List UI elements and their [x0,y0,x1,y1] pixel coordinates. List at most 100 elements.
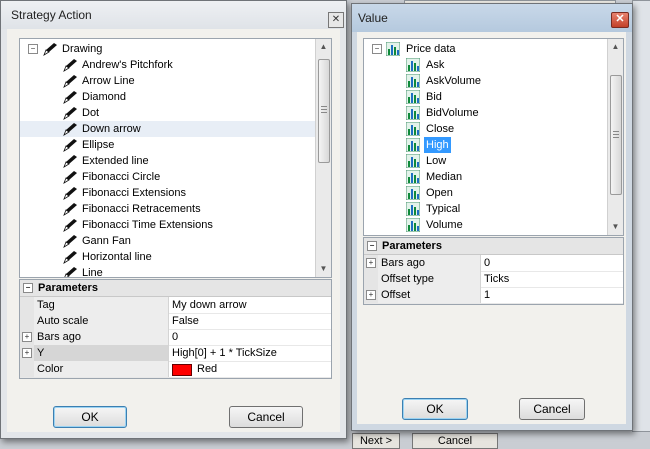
strategy-parameters-grid: − Parameters Tag My down arrow Auto scale F… [19,279,332,379]
tree-item-bid[interactable]: Bid [364,89,607,105]
param-name: Offset type [378,271,481,287]
drawing-tree-scrollbar[interactable]: ▲ ▼ [315,39,331,277]
close-icon[interactable]: ✕ [611,12,629,28]
bar-chart-icon [405,57,421,73]
scroll-up-icon[interactable]: ▲ [608,39,623,55]
param-name: Bars ago [378,255,481,271]
param-value[interactable]: Red [169,361,331,377]
collapse-icon[interactable]: − [372,44,382,54]
tree-item-high[interactable]: High [364,137,607,153]
tree-item-gann-fan[interactable]: Gann Fan [20,233,315,249]
tree-item-typical[interactable]: Typical [364,201,607,217]
bar-chart-icon [405,89,421,105]
param-row-offset[interactable]: + Offset 1 [364,287,623,304]
scrollbar-thumb[interactable] [318,59,330,163]
tree-item-volume[interactable]: Volume [364,217,607,233]
collapse-icon[interactable]: − [367,241,377,251]
expand-icon[interactable]: + [366,290,376,300]
param-value-label: False [172,315,199,327]
param-row-tag[interactable]: Tag My down arrow [20,297,331,314]
param-row-color[interactable]: Color Red [20,361,331,378]
scroll-down-icon[interactable]: ▼ [316,261,331,277]
price-data-tree: − Price data Ask AskVolume Bid BidVolume Close… [363,38,624,236]
parameters-header[interactable]: − Parameters [364,238,623,255]
param-row-bars-ago[interactable]: + Bars ago 0 [364,255,623,272]
pen-icon [62,122,78,136]
value_dialog-root-label: Price data [406,43,456,55]
scroll-down-icon[interactable]: ▼ [608,219,623,235]
value-title: Value [358,11,388,25]
color-swatch[interactable] [172,364,192,376]
param-name: Y [34,345,169,361]
tree-item-fibonacci-circle[interactable]: Fibonacci Circle [20,169,315,185]
param-value-label: High[0] + 1 * TickSize [172,347,277,359]
price-data-tree-scrollbar[interactable]: ▲ ▼ [607,39,623,235]
ok-button[interactable]: OK [402,398,468,420]
expand-icon[interactable]: + [366,258,376,268]
param-value[interactable]: 0 [481,255,623,271]
tree-item-label: Low [426,155,447,167]
background-next-button[interactable]: Next > [352,433,400,449]
expand-icon[interactable]: + [22,348,32,358]
tree-item-label: Down arrow [82,123,141,135]
param-row-bars-ago[interactable]: + Bars ago 0 [20,329,331,346]
cancel-button[interactable]: Cancel [229,406,303,428]
cancel-button[interactable]: Cancel [519,398,585,420]
tree-item-fibonacci-extensions[interactable]: Fibonacci Extensions [20,185,315,201]
ok-button[interactable]: OK [53,406,127,428]
tree-item-label: Andrew's Pitchfork [82,59,173,71]
param-name: Color [34,361,169,377]
tree-item-label: Horizontal line [82,251,152,263]
param-value-label: My down arrow [172,299,247,311]
pen-icon [62,74,78,88]
tree-item-bidvolume[interactable]: BidVolume [364,105,607,121]
tree-item-askvolume[interactable]: AskVolume [364,73,607,89]
tree-item-open[interactable]: Open [364,185,607,201]
param-value[interactable]: My down arrow [169,297,331,313]
tree-item-close[interactable]: Close [364,121,607,137]
tree-item-median[interactable]: Median [364,169,607,185]
collapse-icon[interactable]: − [23,283,33,293]
strategy_dialog-root[interactable]: − Drawing [20,41,331,57]
param-name-label: Bars ago [381,257,426,269]
tree-item-diamond[interactable]: Diamond [20,89,315,105]
tree-item-dot[interactable]: Dot [20,105,315,121]
row-gutter [20,297,34,313]
param-value[interactable]: High[0] + 1 * TickSize [169,345,331,361]
tree-item-arrow-line[interactable]: Arrow Line [20,73,315,89]
tree-item-down-arrow[interactable]: Down arrow [20,121,315,137]
collapse-icon[interactable]: − [28,44,38,54]
tree-item-line[interactable]: Line [20,265,315,277]
tree-item-andrew-s-pitchfork[interactable]: Andrew's Pitchfork [20,57,315,73]
param-value[interactable]: Ticks [481,271,623,287]
row-gutter: + [20,329,34,345]
param-value[interactable]: False [169,313,331,329]
scrollbar-thumb[interactable] [610,75,622,195]
tree-item-label: Diamond [82,91,127,103]
tree-item-ellipse[interactable]: Ellipse [20,137,315,153]
pen-icon [62,170,78,184]
param-name-label: Color [37,363,64,375]
param-value[interactable]: 0 [169,329,331,345]
param-value[interactable]: 1 [481,287,623,303]
scroll-up-icon[interactable]: ▲ [316,39,331,55]
parameters-header[interactable]: − Parameters [20,280,331,297]
value-titlebar: Value ✕ [352,4,632,32]
param-row-offset-type[interactable]: Offset type Ticks [364,271,623,288]
close-icon[interactable]: ✕ [328,12,344,28]
row-gutter [364,271,378,287]
expand-icon[interactable]: + [22,332,32,342]
param-name: Tag [34,297,169,313]
value_dialog-root[interactable]: − Price data [364,41,623,57]
tree-item-fibonacci-time-extensions[interactable]: Fibonacci Time Extensions [20,217,315,233]
param-row-auto-scale[interactable]: Auto scale False [20,313,331,330]
param-row-y[interactable]: + Y High[0] + 1 * TickSize [20,345,331,362]
tree-item-low[interactable]: Low [364,153,607,169]
background-cancel-button[interactable]: Cancel [412,433,498,449]
tree-item-horizontal-line[interactable]: Horizontal line [20,249,315,265]
tree-item-ask[interactable]: Ask [364,57,607,73]
value-client: − Price data Ask AskVolume Bid BidVolume Close… [357,32,626,424]
tree-item-fibonacci-retracements[interactable]: Fibonacci Retracements [20,201,315,217]
param-name-label: Offset [381,289,411,301]
tree-item-extended-line[interactable]: Extended line [20,153,315,169]
